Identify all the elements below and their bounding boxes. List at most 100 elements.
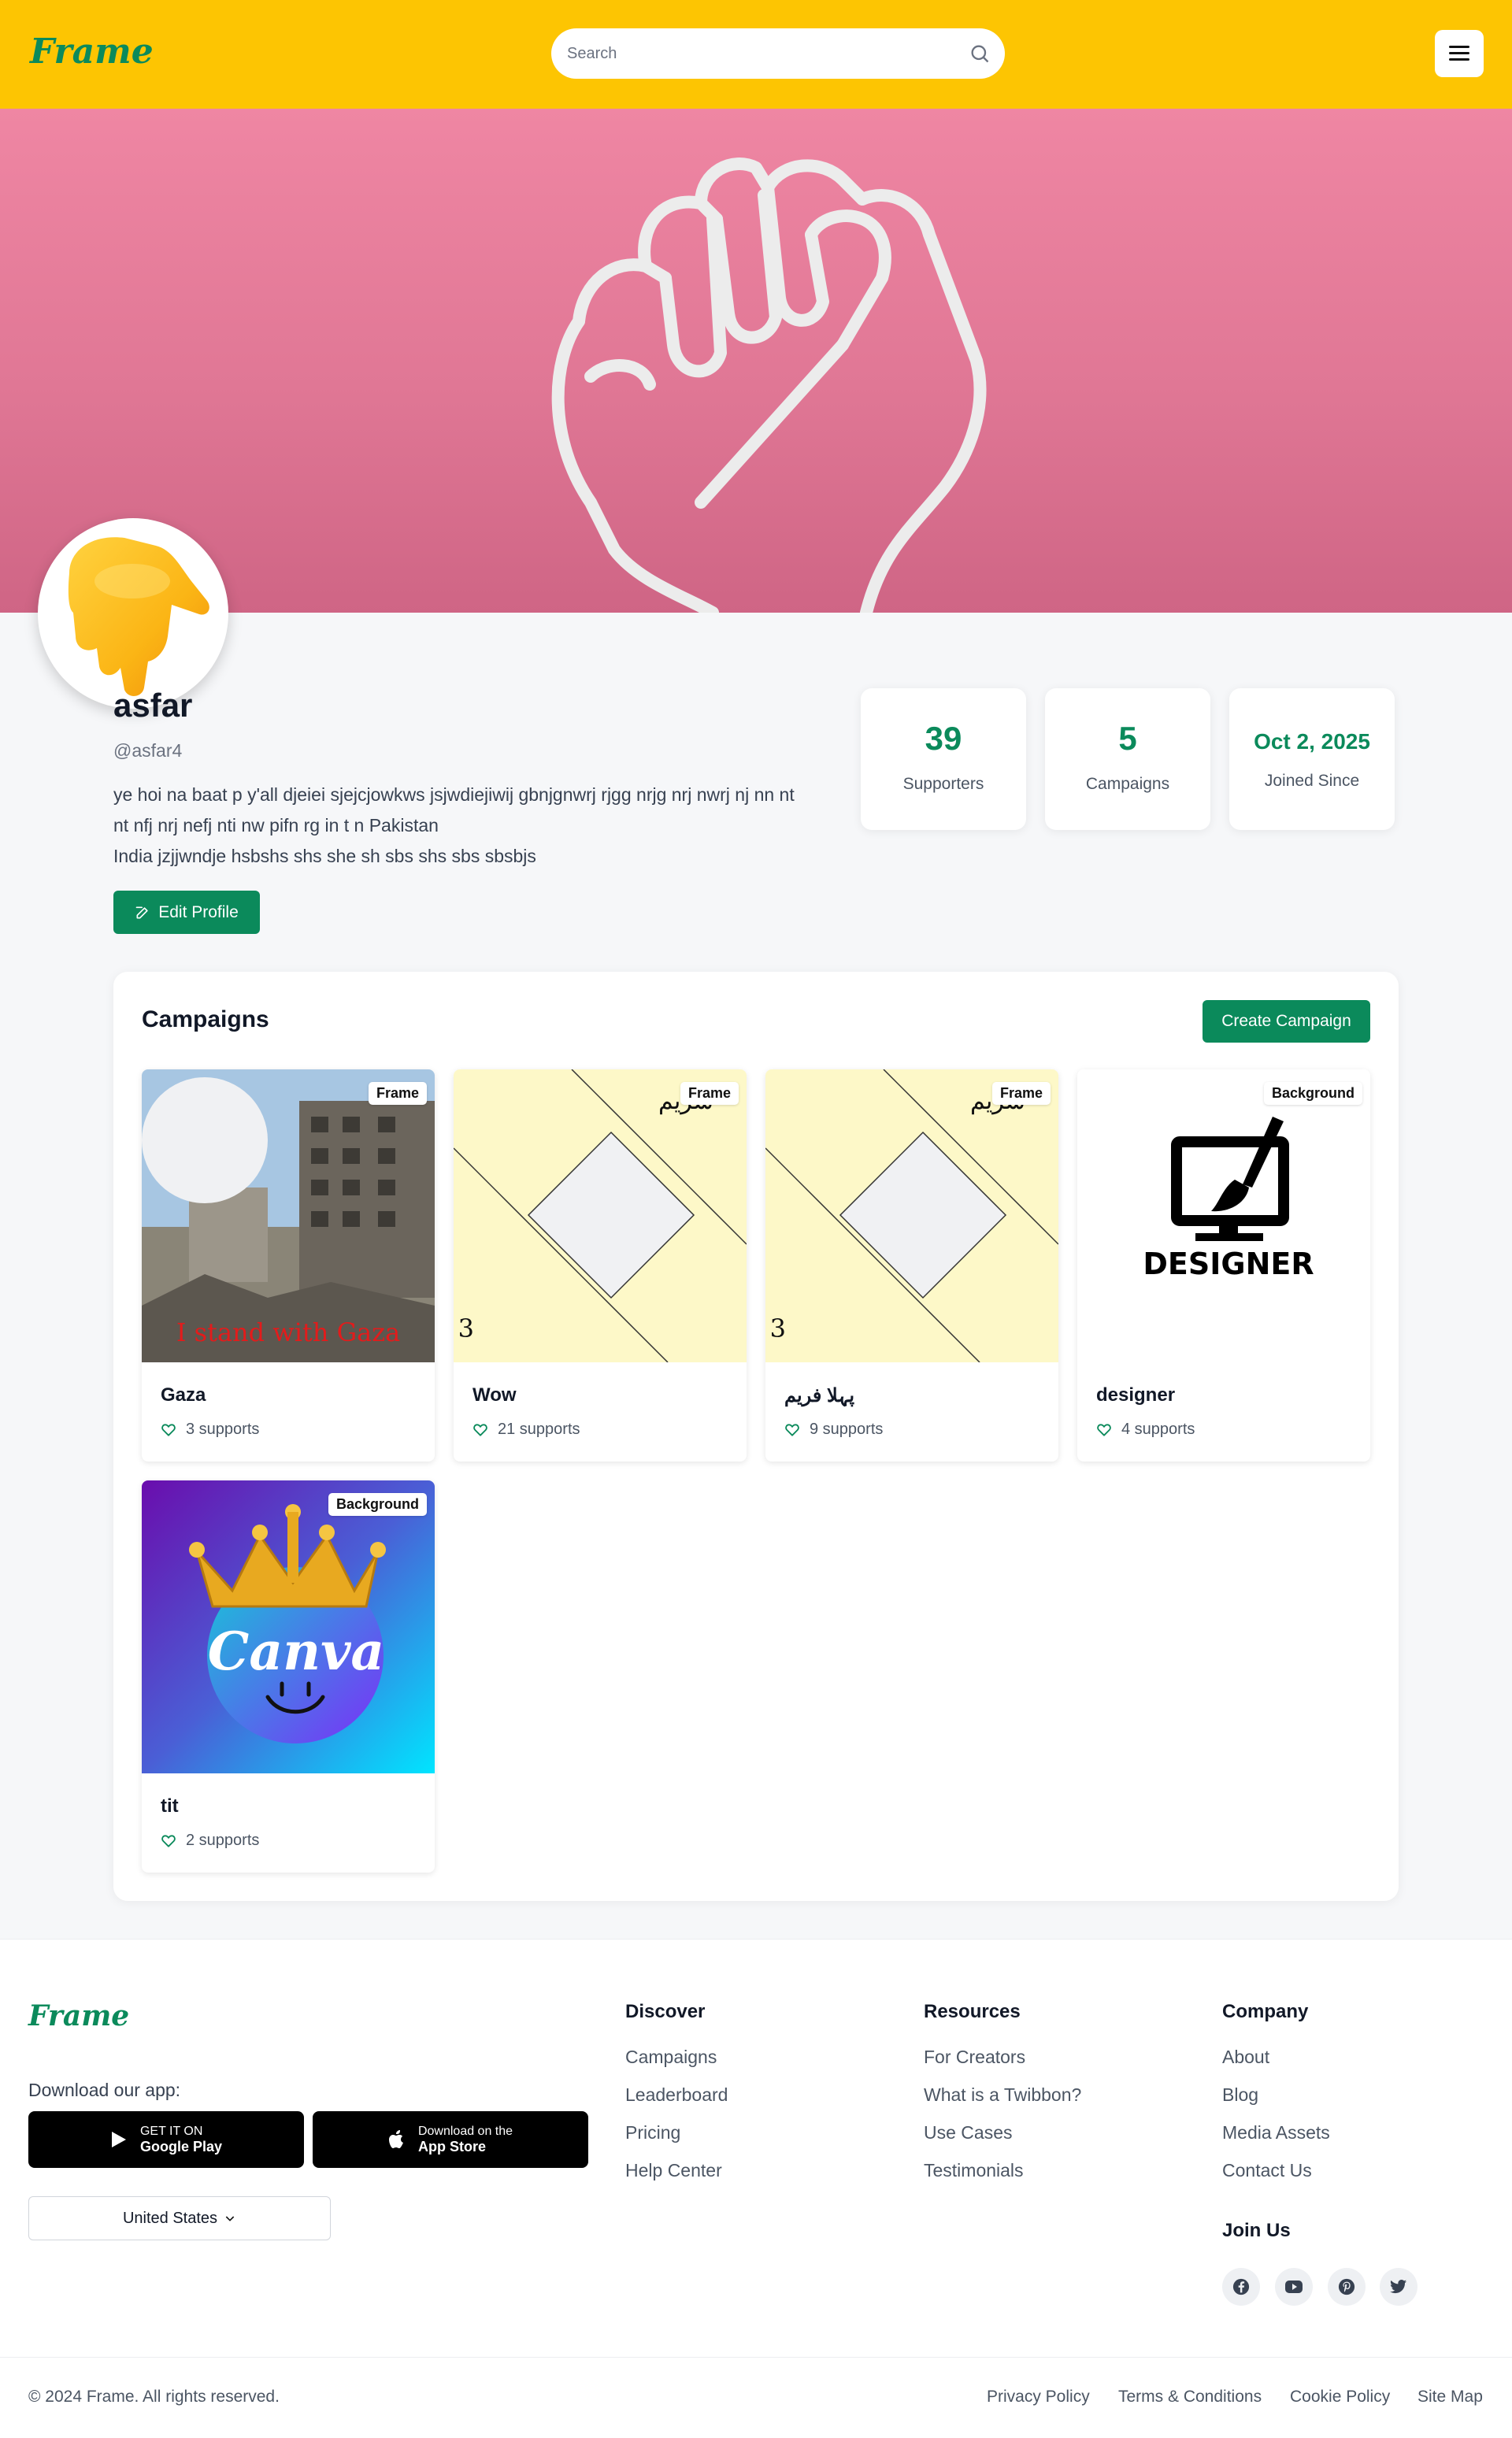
stat-supporters: 39 Supporters	[861, 688, 1026, 830]
campaign-card[interactable]: شریم 3 اکتوبر 2025 Frame Wow 21 supports	[454, 1069, 747, 1462]
canva-crown-image: Canva	[142, 1480, 435, 1773]
campaign-supports: 2 supports	[161, 1832, 259, 1850]
heart-icon	[473, 1423, 487, 1436]
date-text: 3 اکتوبر 2025	[765, 1313, 786, 1343]
pinterest-button[interactable]	[1328, 2268, 1366, 2306]
country-value: United States	[122, 2209, 218, 2227]
gaza-overlay-text: I stand with Gaza	[176, 1317, 400, 1347]
footer-link-use-cases[interactable]: Use Cases	[924, 2122, 1012, 2143]
join-us-heading: Join Us	[1222, 2220, 1291, 2241]
footer-link-about[interactable]: About	[1222, 2047, 1269, 2068]
company-heading: Company	[1222, 2001, 1309, 2022]
footer-link-pricing[interactable]: Pricing	[625, 2122, 680, 2143]
bio-line: ye hoi na baat p y'all djeiei sjejcjowkw…	[113, 784, 795, 805]
footer-link-contact-us[interactable]: Contact Us	[1222, 2160, 1312, 2181]
gaza-image: I stand with Gaza	[142, 1069, 435, 1362]
campaign-title[interactable]: Gaza	[161, 1384, 206, 1406]
raised-fist-icon	[551, 157, 987, 613]
stat-label: Supporters	[902, 775, 984, 793]
create-campaign-button[interactable]: Create Campaign	[1203, 1000, 1370, 1043]
site-footer: Frame Download our app: GET IT ON Google…	[0, 1939, 1512, 2438]
campaign-thumbnail[interactable]: I stand with Gaza	[142, 1069, 435, 1362]
twitter-icon	[1390, 2280, 1407, 2294]
download-app-text: Download our app:	[28, 2080, 181, 2100]
campaign-type-badge: Frame	[368, 1082, 427, 1105]
campaign-title[interactable]: tit	[161, 1795, 179, 1817]
discover-heading: Discover	[625, 2001, 706, 2022]
campaign-title[interactable]: designer	[1096, 1384, 1175, 1406]
bio-line: India jzjjwndje hsbshs shs she sh sbs sh…	[113, 846, 536, 866]
edit-profile-button[interactable]: Edit Profile	[113, 891, 260, 934]
campaign-type-badge: Frame	[680, 1082, 739, 1105]
hamburger-menu-icon	[1449, 46, 1469, 48]
footer-link-testimonials[interactable]: Testimonials	[924, 2160, 1024, 2181]
facebook-icon	[1232, 2278, 1250, 2295]
campaign-type-badge: Frame	[991, 1082, 1051, 1105]
campaign-card[interactable]: I stand with Gaza Frame Gaza 3 supports	[142, 1069, 435, 1462]
campaign-card[interactable]: Canva Background tit 2 supports	[142, 1480, 435, 1873]
country-selector[interactable]: United States	[28, 2196, 331, 2240]
privacy-policy-link[interactable]: Privacy Policy	[987, 2388, 1090, 2407]
search-bar[interactable]	[551, 28, 1005, 79]
designer-image: DESIGNER	[1077, 1069, 1370, 1362]
supports-count: 2 supports	[186, 1832, 260, 1849]
site-map-link[interactable]: Site Map	[1418, 2388, 1483, 2407]
stat-joined: Oct 2, 2025 Joined Since	[1229, 688, 1395, 830]
cookie-policy-link[interactable]: Cookie Policy	[1290, 2388, 1390, 2407]
twitter-button[interactable]	[1380, 2268, 1418, 2306]
top-navbar: Frame	[0, 0, 1512, 109]
stat-label: Campaigns	[1085, 775, 1170, 793]
footer-link-what-is-twibbon[interactable]: What is a Twibbon?	[924, 2084, 1081, 2106]
youtube-button[interactable]	[1275, 2268, 1313, 2306]
campaign-card[interactable]: DESIGNER Background designer 4 supports	[1077, 1069, 1370, 1462]
frame-design-image: شریم 3 اکتوبر 2025	[454, 1069, 747, 1362]
facebook-button[interactable]	[1222, 2268, 1260, 2306]
campaign-title[interactable]: پہلا فریم	[784, 1384, 854, 1407]
footer-link-media-assets[interactable]: Media Assets	[1222, 2122, 1330, 2143]
campaigns-heading: Campaigns	[142, 1006, 269, 1032]
footer-link-campaigns[interactable]: Campaigns	[625, 2047, 717, 2068]
footer-logo[interactable]: Frame	[28, 1999, 129, 2032]
terms-link[interactable]: Terms & Conditions	[1118, 2388, 1262, 2407]
campaign-thumbnail[interactable]: DESIGNER	[1077, 1069, 1370, 1362]
campaign-title[interactable]: Wow	[472, 1384, 517, 1406]
pinterest-icon	[1338, 2278, 1355, 2295]
search-icon[interactable]	[969, 43, 991, 65]
date-text: 3 اکتوبر 2025	[454, 1313, 474, 1343]
heart-icon	[161, 1834, 176, 1847]
supports-count: 9 supports	[810, 1421, 884, 1438]
google-play-small: GET IT ON	[139, 2124, 203, 2138]
google-play-big: Google Play	[139, 2138, 223, 2155]
profile-avatar[interactable]	[38, 518, 228, 709]
edit-profile-label: Edit Profile	[158, 902, 239, 921]
footer-divider	[0, 2357, 1512, 2358]
pointing-hand-icon	[68, 537, 209, 696]
campaign-type-badge: Background	[328, 1493, 427, 1516]
copyright-text: © 2024 Frame. All rights reserved.	[28, 2388, 280, 2406]
campaign-supports: 3 supports	[161, 1421, 259, 1439]
google-play-button[interactable]: GET IT ON Google Play	[28, 2111, 304, 2168]
hamburger-menu-button[interactable]	[1435, 30, 1484, 77]
campaign-thumbnail[interactable]: شریم 3 اکتوبر 2025	[454, 1069, 747, 1362]
footer-link-help-center[interactable]: Help Center	[625, 2160, 722, 2181]
profile-handle: @asfar4	[113, 740, 183, 761]
edit-icon	[135, 906, 148, 918]
app-store-small: Download on the	[417, 2124, 513, 2138]
play-store-icon	[111, 2132, 126, 2147]
campaign-thumbnail[interactable]: Canva	[142, 1480, 435, 1773]
campaign-type-badge: Background	[1263, 1082, 1362, 1105]
footer-link-blog[interactable]: Blog	[1222, 2084, 1258, 2106]
heart-icon	[161, 1423, 176, 1436]
stat-label: Joined Since	[1264, 772, 1360, 790]
search-input[interactable]	[567, 36, 945, 71]
campaign-thumbnail[interactable]: شریم 3 اکتوبر 2025	[765, 1069, 1058, 1362]
cover-banner	[0, 109, 1512, 613]
frame-logo[interactable]: Frame	[30, 31, 154, 72]
footer-link-leaderboard[interactable]: Leaderboard	[625, 2084, 728, 2106]
campaign-card[interactable]: شریم 3 اکتوبر 2025 Frame پہلا فریم 9 sup…	[765, 1069, 1058, 1462]
footer-link-for-creators[interactable]: For Creators	[924, 2047, 1025, 2068]
stat-value: Oct 2, 2025	[1254, 729, 1370, 754]
app-store-button[interactable]: Download on the App Store	[313, 2111, 588, 2168]
heart-icon	[1097, 1423, 1111, 1436]
stat-value: 5	[1118, 720, 1137, 757]
